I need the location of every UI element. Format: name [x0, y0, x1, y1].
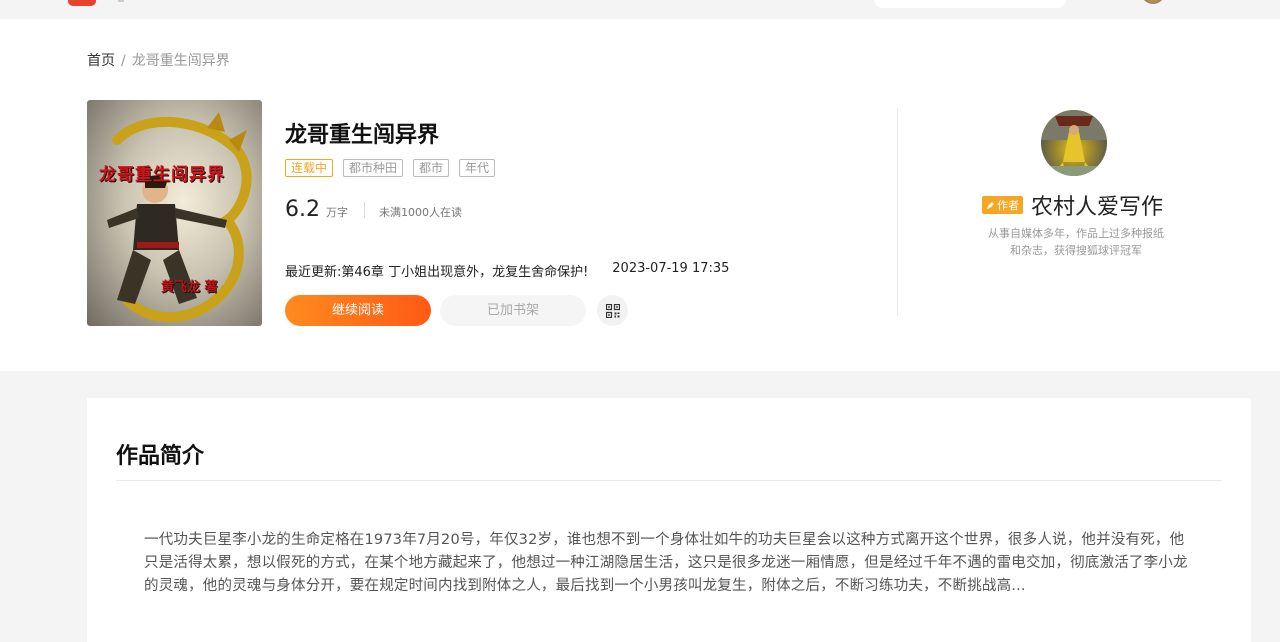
reader-count: 未满1000人在读 [379, 206, 462, 219]
synopsis-card: 作品简介 一代功夫巨星李小龙的生命定格在1973年7月20号，年仅32岁，谁也想… [87, 398, 1251, 642]
continue-reading-button[interactable]: 继续阅读 [285, 295, 431, 326]
user-avatar[interactable] [1141, 0, 1165, 4]
synopsis-heading: 作品简介 [116, 444, 205, 469]
word-count: 6.2 [285, 197, 320, 222]
author-badge: 作者 [982, 196, 1023, 214]
qr-code-icon [605, 303, 620, 318]
author-photo [1041, 110, 1107, 176]
book-cover[interactable]: 龙哥重生闯异界 黄飞龙 著 [87, 100, 262, 326]
latest-update-label: 最近更新: [285, 265, 342, 280]
latest-update-time: 2023-07-19 17:35 [612, 261, 730, 276]
synopsis-text: 一代功夫巨星李小龙的生命定格在1973年7月20号，年仅32岁，谁也想不到一个身… [144, 532, 1188, 594]
word-count-unit: 万字 [326, 206, 348, 219]
latest-update: 最近更新: 第46章 丁小姐出现意外，龙复生舍命保护! 2023-07-19 1… [285, 261, 729, 280]
section-divider [897, 108, 898, 316]
stats-divider [364, 201, 365, 218]
search-input[interactable] [874, 0, 1066, 8]
book-title: 龙哥重生闯异界 [285, 123, 440, 148]
author-bio: 从事自媒体多年，作品上过多种报纸和杂志，获得搜狐球评冠军 [988, 227, 1164, 257]
author-badge-label: 作者 [997, 199, 1019, 212]
genre-tag[interactable]: 年代 [459, 159, 496, 177]
breadcrumb: 首页 / 龙哥重生闯异界 [87, 50, 230, 70]
book-stats: 6.2 万字 未满1000人在读 [285, 197, 462, 222]
app-logo-icon[interactable] [68, 0, 96, 6]
pen-icon [987, 201, 994, 209]
genre-tag[interactable]: 都市种田 [343, 159, 404, 177]
book-info-section: 首页 / 龙哥重生闯异界 龙哥重生闯异界 黄飞龙 著 龙哥重生闯异界 连载中 都市种… [0, 19, 1280, 371]
logo-text-fragment [118, 0, 124, 2]
latest-chapter-link[interactable]: 第46章 丁小姐出现意外，龙复生舍命保护! [341, 261, 588, 280]
author-info: 作者 农村人爱写作 [982, 189, 1163, 221]
breadcrumb-home-link[interactable]: 首页 [87, 53, 115, 69]
add-to-shelf-button[interactable]: 已加书架 [440, 295, 586, 326]
cover-title-text: 龙哥重生闯异界 [99, 165, 225, 185]
author-avatar[interactable] [1041, 110, 1107, 176]
synopsis-divider [116, 480, 1222, 481]
status-tag: 连载中 [285, 159, 334, 177]
tag-list: 连载中 都市种田 都市 年代 [285, 159, 496, 177]
qr-code-button[interactable] [597, 295, 628, 326]
cover-author-text: 黄飞龙 著 [161, 280, 218, 295]
breadcrumb-current: 龙哥重生闯异界 [131, 53, 230, 69]
genre-tag[interactable]: 都市 [413, 159, 450, 177]
top-navbar [0, 0, 1280, 19]
author-name[interactable]: 农村人爱写作 [1031, 189, 1163, 221]
breadcrumb-separator: / [121, 53, 126, 69]
